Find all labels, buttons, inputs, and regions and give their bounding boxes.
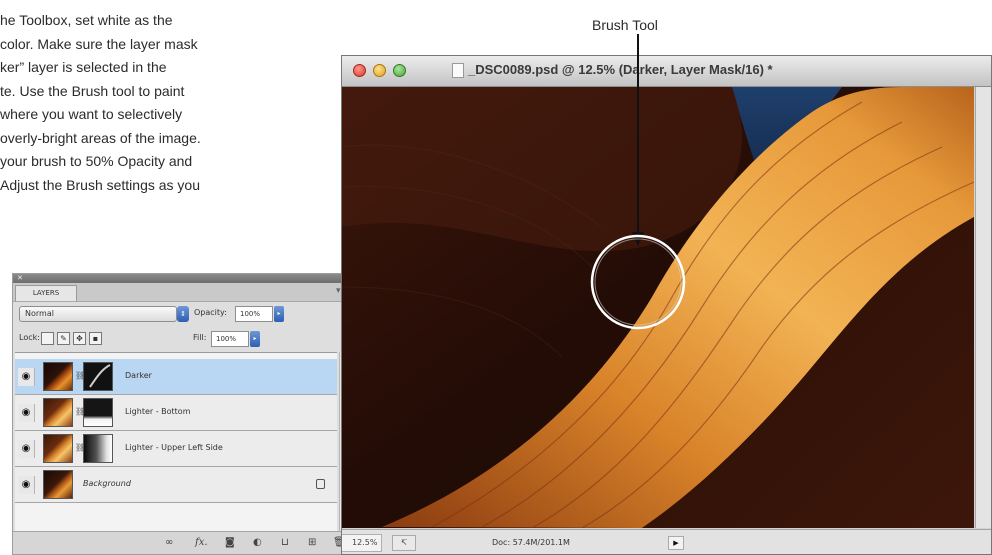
panel-tab-row: LAYERS ▾≡ [13, 283, 353, 302]
layer-mask-thumbnail[interactable] [83, 398, 113, 427]
vertical-scrollbar[interactable] [975, 87, 991, 528]
instruction-line: color. Make sure the layer mask [0, 35, 198, 52]
fill-field[interactable]: 100% [211, 331, 249, 347]
lock-icon [316, 479, 325, 489]
layer-thumbnail [43, 362, 73, 391]
instruction-line: ker” layer is selected in the [0, 59, 167, 75]
fx-icon[interactable]: fx. [195, 536, 208, 550]
visibility-eye-icon[interactable]: ◉ [18, 476, 35, 494]
mask-icon[interactable]: ◙ [225, 536, 235, 550]
visibility-eye-icon[interactable]: ◉ [18, 368, 35, 386]
document-title: _DSC0089.psd @ 12.5% (Darker, Layer Mask… [468, 62, 773, 77]
lock-label: Lock: [19, 333, 40, 342]
panel-footer-toolbar: ∞ fx. ◙ ◐ ⊔ ⊞ 🗑 [13, 531, 353, 554]
zoom-window-button[interactable] [393, 64, 406, 77]
blend-mode-select[interactable]: Normal [19, 306, 177, 322]
status-menu-arrow-icon[interactable]: ▶ [668, 536, 684, 550]
lock-position-icon[interactable]: ✥ [73, 332, 86, 345]
layer-thumbnail [43, 434, 73, 463]
layer-name[interactable]: Lighter - Bottom [125, 407, 191, 416]
layer-name[interactable]: Darker [125, 371, 152, 380]
new-layer-icon[interactable]: ⊞ [308, 536, 316, 550]
opacity-label: Opacity: [194, 308, 227, 317]
tab-layers[interactable]: LAYERS [15, 285, 77, 301]
blend-mode-stepper-icon[interactable]: ⇕ [177, 306, 189, 322]
layer-mask-thumbnail[interactable] [83, 362, 113, 391]
document-size-info: Doc: 57.4M/201.1M [492, 538, 570, 547]
layer-mask-thumbnail[interactable] [83, 434, 113, 463]
link-icon[interactable]: ∞ [165, 536, 173, 550]
visibility-eye-icon[interactable]: ◉ [18, 440, 35, 458]
instruction-paragraph: he Toolbox, set white as the color. Make… [0, 9, 322, 197]
folder-icon[interactable]: ⊔ [281, 536, 289, 550]
layer-row-background[interactable]: ◉ Background [15, 467, 337, 503]
status-toggle-icon[interactable]: ↸ [392, 535, 416, 551]
sandstone-photo [342, 87, 974, 528]
mask-stroke-graphic [89, 364, 111, 388]
brush-tool-callout-label: Brush Tool [592, 17, 658, 33]
layer-row-lighter-bottom[interactable]: ◉ ⛓ Lighter - Bottom [15, 395, 337, 431]
layer-thumbnail [43, 398, 73, 427]
lock-transparency-icon[interactable] [41, 332, 54, 345]
instruction-line: your brush to 50% Opacity and [0, 153, 193, 169]
instruction-line: te. Use the Brush tool to paint [0, 82, 185, 99]
instruction-line: he Toolbox, set white as the [0, 12, 173, 28]
layer-name[interactable]: Background [83, 479, 131, 488]
window-title-bar[interactable]: _DSC0089.psd @ 12.5% (Darker, Layer Mask… [342, 56, 991, 87]
document-window: _DSC0089.psd @ 12.5% (Darker, Layer Mask… [341, 55, 992, 555]
layers-panel: ✕ LAYERS ▾≡ Normal ⇕ Opacity: 100% ▸ Loc… [12, 273, 354, 555]
layer-thumbnail [43, 470, 73, 499]
lock-fill-row: Lock: ✎ ✥ ▪ Fill: 100% ▸ [13, 327, 353, 351]
layers-list: ◉ ⛓ Darker ◉ ⛓ Lighter - Bottom ◉ ⛓ Ligh… [15, 352, 337, 534]
instruction-line: Adjust the Brush settings as you [0, 176, 200, 193]
opacity-dropdown-icon[interactable]: ▸ [274, 306, 284, 322]
minimize-window-button[interactable] [373, 64, 386, 77]
lock-all-icon[interactable]: ▪ [89, 332, 102, 345]
instruction-line: overly-bright areas of the image. [0, 129, 201, 146]
instruction-line: where you want to selectively [0, 106, 183, 122]
blend-opacity-row: Normal ⇕ Opacity: 100% ▸ [13, 302, 353, 326]
document-icon [452, 63, 464, 78]
fill-label: Fill: [193, 333, 207, 342]
zoom-level-field[interactable]: 12.5% [342, 534, 382, 552]
adjustment-icon[interactable]: ◐ [253, 536, 262, 550]
layer-row-lighter-upper-left[interactable]: ◉ ⛓ Lighter - Upper Left Side [15, 431, 337, 467]
visibility-eye-icon[interactable]: ◉ [18, 404, 35, 422]
close-icon[interactable]: ✕ [17, 275, 23, 282]
opacity-field[interactable]: 100% [235, 306, 273, 322]
panel-title-bar[interactable]: ✕ [13, 274, 353, 283]
status-bar: 12.5% ↸ Doc: 57.4M/201.1M ▶ [342, 529, 991, 554]
fill-dropdown-icon[interactable]: ▸ [250, 331, 260, 347]
close-window-button[interactable] [353, 64, 366, 77]
layer-name[interactable]: Lighter - Upper Left Side [125, 443, 223, 452]
layer-row-darker[interactable]: ◉ ⛓ Darker [15, 359, 337, 395]
photo-canvas[interactable] [342, 87, 974, 528]
lock-pixels-icon[interactable]: ✎ [57, 332, 70, 345]
